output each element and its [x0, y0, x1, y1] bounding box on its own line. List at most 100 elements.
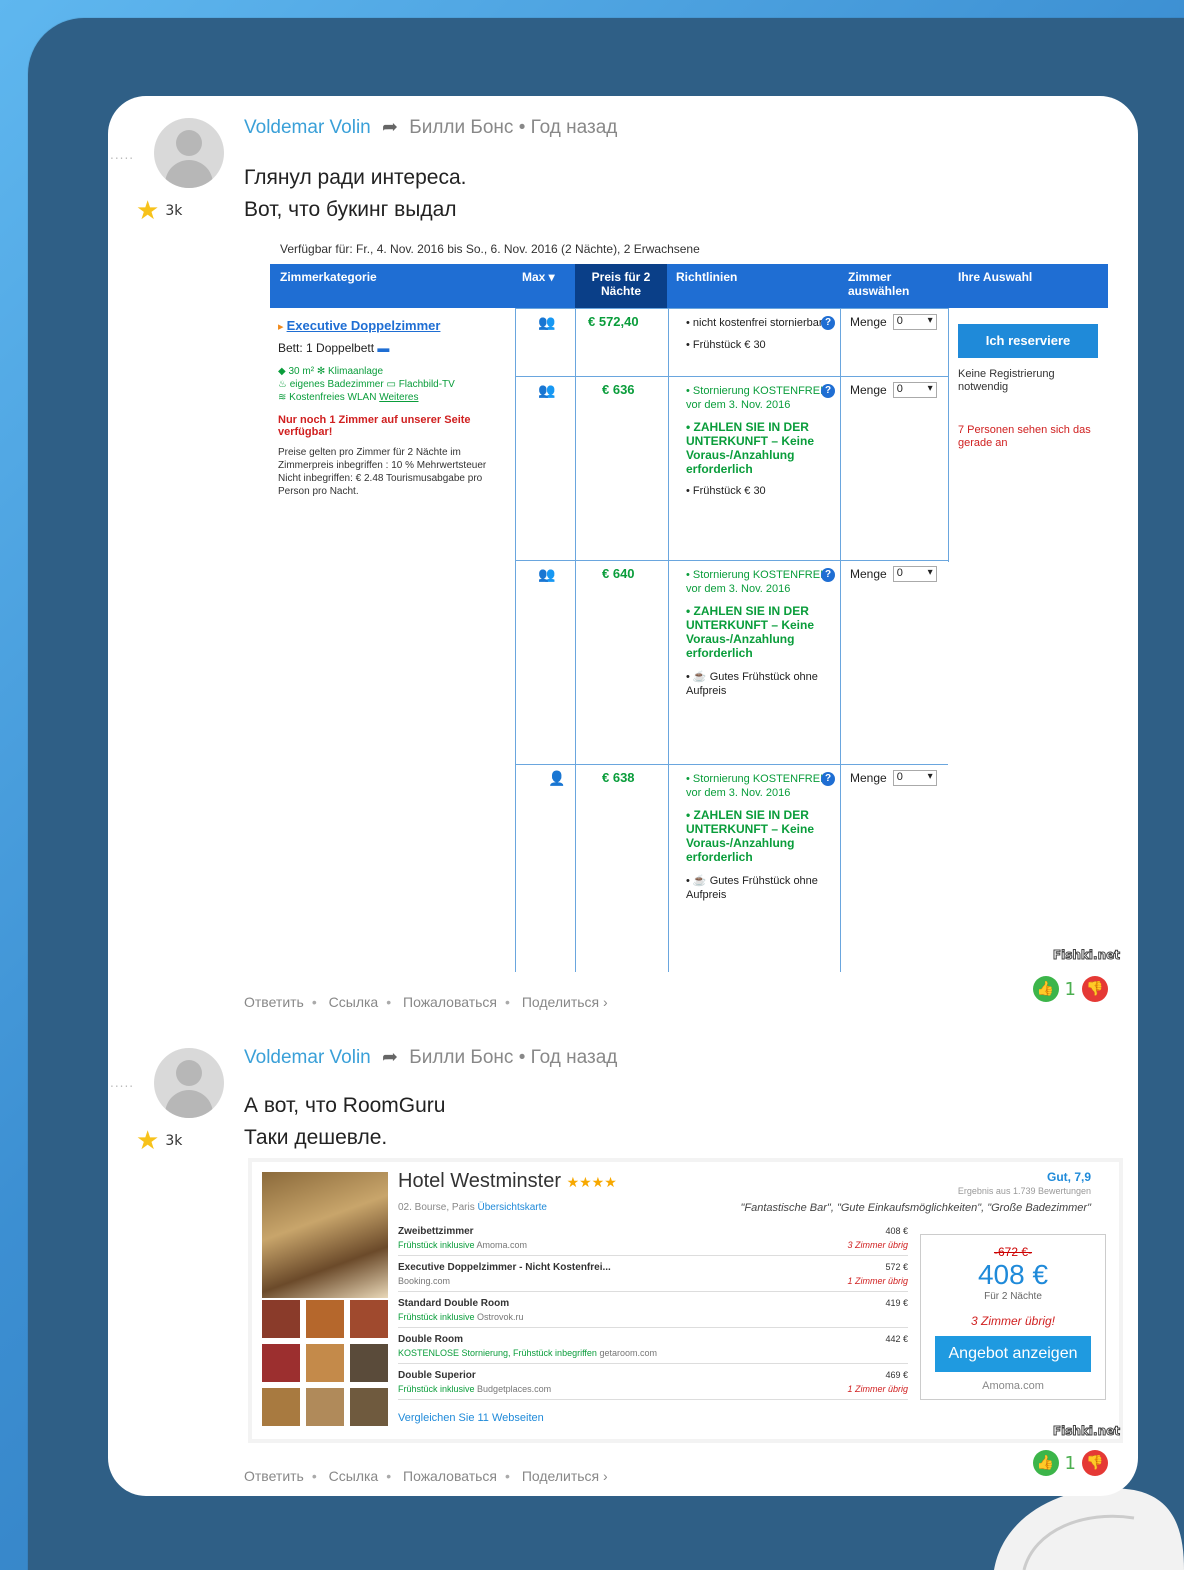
reply-arrow-icon: ➦ — [382, 117, 398, 138]
room-name-link[interactable]: Executive Doppelzimmer — [287, 318, 441, 333]
quantity-select[interactable]: Menge 0 — [850, 770, 937, 786]
comment-time: Год назад — [530, 117, 618, 138]
old-price: -672 €- — [993, 1245, 1033, 1259]
watermark: Fishki.net — [1052, 948, 1120, 963]
header-choice: Ihre Auswahl — [958, 270, 1033, 284]
offer-row[interactable]: Executive Doppelzimmer - Nicht Kostenfre… — [398, 1258, 908, 1292]
two-persons-icon: 👥 — [538, 314, 556, 330]
no-registration: Keine Registrierung notwendig — [958, 368, 1055, 393]
thumbs-down-icon[interactable]: 👎 — [1082, 976, 1108, 1002]
reply-link[interactable]: Ответить — [244, 1468, 304, 1484]
room-price: € 638 — [602, 770, 635, 785]
votes: 👍 1 👎 — [1032, 1450, 1108, 1476]
hotel-address: 02. Bourse, Paris Übersichtskarte — [398, 1202, 547, 1213]
size-icon: ◆ — [278, 366, 286, 377]
offer-row[interactable]: Double Room KOSTENLOSE Stornierung, Frühs… — [398, 1330, 908, 1364]
hotel-thumbnail[interactable] — [262, 1344, 300, 1382]
room-table: ▸ Executive Doppelzimmer Bett: 1 Doppelb… — [270, 308, 1108, 972]
roomguru-screenshot: Hotel Westminster ★★★★ 02. Bourse, Paris… — [248, 1158, 1123, 1443]
shower-icon: ♨ — [278, 379, 287, 390]
coffee-icon: ☕ — [692, 671, 707, 683]
reply-arrow-icon: ➦ — [382, 1047, 398, 1068]
hotel-title[interactable]: Hotel Westminster ★★★★ — [398, 1170, 617, 1193]
room-info: ▸ Executive Doppelzimmer Bett: 1 Doppelb… — [278, 318, 508, 498]
reply-link[interactable]: Ответить — [244, 994, 304, 1010]
quantity-select[interactable]: Menge 0 — [850, 566, 937, 582]
offer-row[interactable]: Standard Double Room Frühstück inklusive … — [398, 1294, 908, 1328]
reserve-button[interactable]: Ich reserviere — [958, 324, 1098, 358]
comment-actions: Ответить • Ссылка • Пожаловаться • Поделить… — [244, 994, 608, 1010]
hotel-photo — [262, 1172, 388, 1298]
room-price: € 572,40 — [588, 314, 639, 329]
reply-to-link[interactable]: Билли Бонс — [409, 1047, 513, 1068]
permalink[interactable]: Ссылка — [329, 1468, 379, 1484]
map-link[interactable]: Übersichtskarte — [478, 1202, 547, 1213]
thumbs-up-icon[interactable]: 👍 — [1032, 976, 1059, 1002]
help-icon[interactable]: ? — [821, 568, 835, 582]
availability-text: Verfügbar für: Fr., 4. Nov. 2016 bis So.… — [280, 242, 700, 256]
report-link[interactable]: Пожаловаться — [403, 994, 497, 1010]
thumbs-up-icon[interactable]: 👍 — [1032, 1450, 1059, 1476]
user-rating: ★ 3k — [136, 1126, 183, 1156]
user-rating: ★ 3k — [136, 196, 183, 226]
quantity-select[interactable]: Menge 0 — [850, 314, 937, 330]
report-link[interactable]: Пожаловаться — [403, 1468, 497, 1484]
hotel-thumbnail[interactable] — [350, 1388, 388, 1426]
votes: 👍 1 👎 — [1032, 976, 1108, 1002]
header-policies: Richtlinien — [676, 270, 738, 284]
rooms-left: 3 Zimmer übrig! — [970, 1314, 1056, 1328]
comment-text: Глянул ради интереса. Вот, что букинг вы… — [244, 166, 467, 221]
star-icon: ★ — [136, 196, 160, 226]
author-link[interactable]: Voldemar Volin — [244, 1047, 371, 1068]
comments-card: ..... ★ 3k Voldemar Volin ➦ Билли Бонс • … — [108, 96, 1138, 1496]
reply-to-link[interactable]: Билли Бонс — [409, 117, 513, 138]
hotel-thumbnail[interactable] — [350, 1300, 388, 1338]
two-persons-icon: 👥 — [538, 566, 556, 582]
bed-icon: ▬ — [377, 341, 390, 355]
review-quotes: "Fantastische Bar", "Gute Einkaufsmöglic… — [740, 1202, 1091, 1214]
hotel-thumbnail[interactable] — [262, 1300, 300, 1338]
help-icon[interactable]: ? — [821, 772, 835, 786]
quantity-select[interactable]: Menge 0 — [850, 382, 937, 398]
header-price[interactable]: Preis für 2 Nächte — [575, 264, 667, 308]
offer-row[interactable]: Double Superior Frühstück inklusive Budge… — [398, 1366, 908, 1400]
hotel-score: Gut, 7,9 — [1046, 1170, 1091, 1184]
hotel-thumbnail[interactable] — [306, 1344, 344, 1382]
share-link[interactable]: Поделиться › — [522, 1468, 608, 1484]
header-max[interactable]: Max ▾ — [522, 270, 555, 284]
more-link[interactable]: Weiteres — [379, 392, 418, 403]
comment-time: Год назад — [530, 1047, 618, 1068]
excluded-note: Nicht inbegriffen: € 2.48 Tourismusabgab… — [278, 473, 483, 497]
compare-link[interactable]: Vergleichen Sie 11 Webseiten — [398, 1412, 544, 1424]
permalink[interactable]: Ссылка — [329, 994, 379, 1010]
collapse-dots[interactable]: ..... — [110, 1076, 134, 1090]
hotel-thumbnail[interactable] — [306, 1388, 344, 1426]
show-offer-button[interactable]: Angebot anzeigen — [935, 1336, 1091, 1372]
author-link[interactable]: Voldemar Volin — [244, 117, 371, 138]
avatar[interactable] — [154, 118, 224, 188]
policy: • Stornierung KOSTENFREI vor dem 3. Nov.… — [686, 773, 824, 901]
hotel-thumbnail[interactable] — [306, 1300, 344, 1338]
comment-actions: Ответить • Ссылка • Пожаловаться • Поделить… — [244, 1468, 608, 1484]
help-icon[interactable]: ? — [821, 384, 835, 398]
snowflake-icon: ✻ — [316, 366, 326, 377]
comment-meta: Voldemar Volin ➦ Билли Бонс • Год назад — [244, 1047, 618, 1068]
viewers-note: 7 Personen sehen sich das gerade an — [958, 424, 1091, 449]
header-room: Zimmerkategorie — [280, 270, 377, 284]
hotel-thumbnail[interactable] — [262, 1388, 300, 1426]
thumbs-down-icon[interactable]: 👎 — [1082, 1450, 1108, 1476]
policy: • nicht kostenfrei stornierbar • Frühstü… — [686, 317, 823, 351]
wifi-icon: ≋ — [278, 392, 287, 403]
avatar[interactable] — [154, 1048, 224, 1118]
policy: • Stornierung KOSTENFREI vor dem 3. Nov.… — [686, 569, 824, 697]
booking-screenshot: Verfügbar für: Fr., 4. Nov. 2016 bis So.… — [270, 242, 1110, 972]
share-link[interactable]: Поделиться › — [522, 994, 608, 1010]
offer-row[interactable]: Zweibettzimmer Frühstück inklusive Amoma.… — [398, 1222, 908, 1256]
collapse-dots[interactable]: ..... — [110, 148, 134, 162]
policy: • Stornierung KOSTENFREI vor dem 3. Nov.… — [686, 385, 824, 497]
header-select: Zimmer auswählen — [848, 270, 910, 298]
table-header: Zimmerkategorie Max ▾ Preis für 2 Nächte… — [270, 264, 1108, 308]
hotel-thumbnail[interactable] — [350, 1344, 388, 1382]
help-icon[interactable]: ? — [821, 316, 835, 330]
review-count: Ergebnis aus 1.739 Bewertungen — [957, 1186, 1091, 1196]
